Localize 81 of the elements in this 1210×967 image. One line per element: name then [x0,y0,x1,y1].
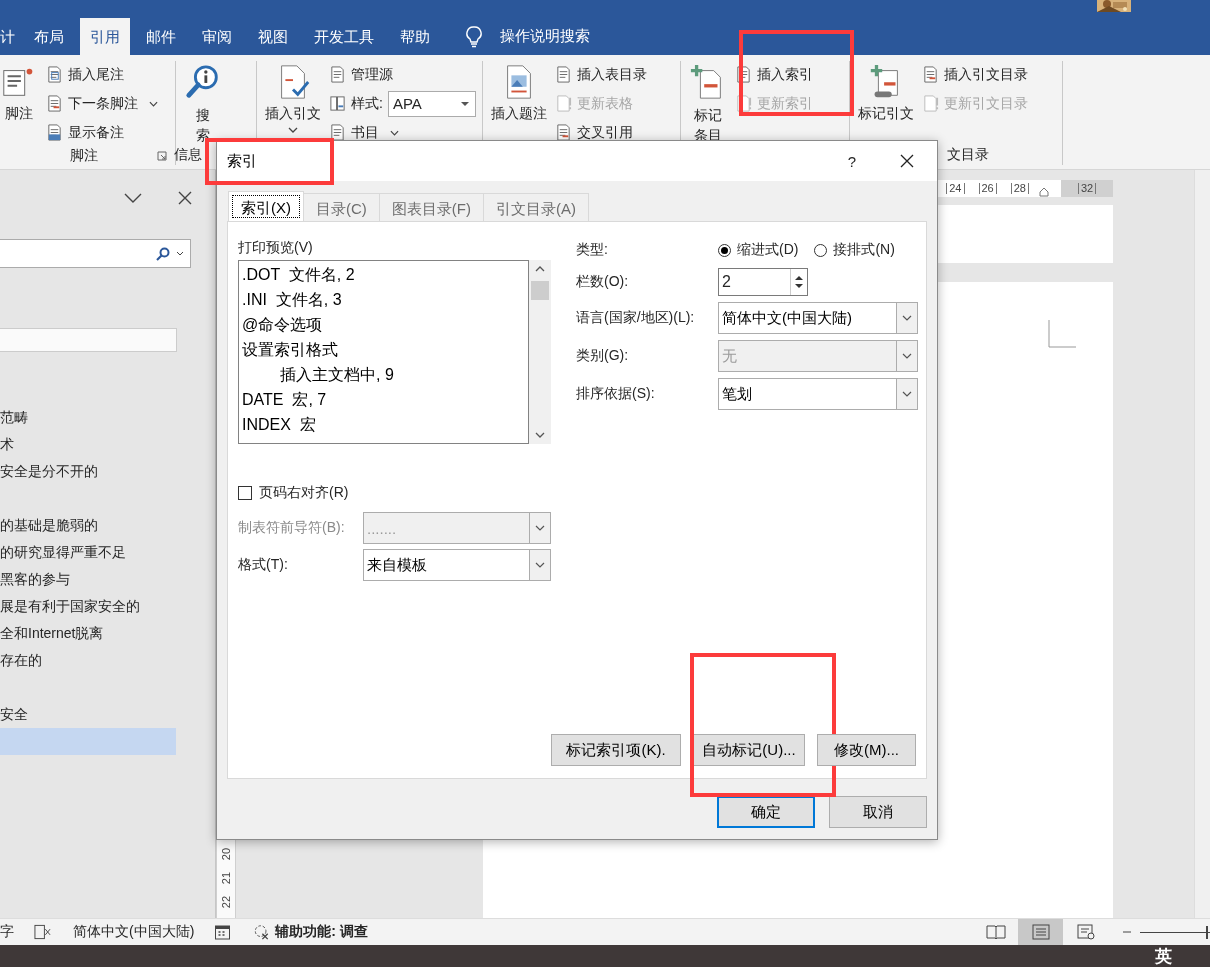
dialog-button[interactable]: 修改(M)... [817,734,916,766]
group-label: 信息 [174,146,202,164]
preview-entry: 设置索引格式 [242,340,339,360]
preview-entry: .DOT 文件名, 2 [242,265,356,285]
dialog-button[interactable]: 取消 [829,796,927,828]
dialog-button[interactable]: 确定 [717,796,815,828]
heading-item[interactable]: 存在的 [0,647,176,674]
ribbon-tab[interactable]: 计 [0,18,18,55]
field-label: 语言(国家/地区)(L): [576,309,696,327]
dialog-title: 索引 [227,151,257,171]
ribbon-tab[interactable]: 视图 [248,18,298,55]
preview-entry: 插入主文档中, 9 [279,365,395,385]
accessibility-status[interactable]: 辅助功能: 调查 [275,923,368,941]
heading-item[interactable]: 术 [0,431,176,458]
field-label: 类别(G): [576,347,630,365]
preview-label: 打印预览(V) [238,238,314,256]
preview-entry: .INI 文件名, 3 [242,290,343,310]
ruler-number: 26 [978,183,997,194]
dialog-button[interactable]: 标记索引项(K). [551,734,681,766]
ribbon-tab[interactable]: 引用 [80,18,130,55]
heading-item[interactable]: 的研究显得严重不足 [0,539,176,566]
radio-button[interactable]: 缩进式(D) [718,241,799,259]
preview-entry: @命令选项 [242,315,324,335]
dialog-tab[interactable]: 引文目录(A) [484,193,589,222]
field-label: 栏数(O): [576,273,630,291]
ribbon-tab[interactable]: 审阅 [192,18,242,55]
ribbon-button[interactable]: 插入索引 [735,61,813,88]
field-label: 排序依据(S): [576,385,656,403]
ribbon-button[interactable]: 交叉引用 [555,119,647,146]
heading-item[interactable]: 全和Internet脱离 [0,620,176,647]
dialog-tab[interactable]: 索引(X) [228,191,304,222]
ribbon-button[interactable]: 书目 [329,119,476,146]
ribbon-button[interactable]: 插入引文目录 [922,61,1028,88]
radio-button[interactable]: 接排式(N) [814,241,895,259]
help-button[interactable]: ? [847,152,856,170]
ruler-number: 32 [1077,183,1097,194]
heading-item[interactable]: 的基础是脆弱的 [0,512,176,539]
ruler-number: 21 [220,871,232,885]
ribbon-large-button[interactable]: 插入引文 [265,61,321,146]
field-label: 格式(T): [238,556,289,574]
input-method-indicator[interactable]: 英 [1155,947,1172,967]
dropdown[interactable]: 笔划 [718,378,918,410]
dialog-button[interactable]: 自动标记(U)... [693,734,805,766]
dialog-tab[interactable]: 图表目录(F) [379,193,484,222]
group-label: 文目录 [947,146,989,164]
ribbon-large-button[interactable]: 标记引文 [858,61,914,145]
heading-item[interactable]: 展是有利于国家安全的 [0,593,176,620]
ribbon-button[interactable]: 插入表目录 [555,61,647,88]
ribbon-tab[interactable]: 邮件 [136,18,186,55]
ribbon-button[interactable]: 下一条脚注 [46,90,158,117]
preview-entry: INDEX 宏 [242,415,317,435]
ruler-number: 20 [220,847,232,861]
type-label: 类型: [576,241,609,259]
group-label: 脚注 [69,146,98,165]
language-status[interactable]: 简体中文(中国大陆) [73,923,195,941]
word-count[interactable]: 字 [0,923,14,941]
heading-item[interactable]: 安全是分不开的 [0,458,176,485]
ruler-number: 24 [946,183,965,194]
ribbon-tab[interactable]: 开发工具 [304,18,384,55]
style-dropdown[interactable]: APA [387,90,476,117]
field-label: 制表符前导符(B): [238,519,346,537]
style-label: 样式: [351,94,383,113]
ruler-number: 22 [220,895,232,909]
heading-item[interactable]: 安全 [0,701,176,728]
checkbox[interactable]: 页码右对齐(R) [238,484,349,502]
ruler-number: 28 [1010,183,1029,194]
ribbon-large-button[interactable]: 脚注 [0,61,38,146]
dropdown[interactable]: 来自模板 [363,549,551,581]
ribbon-tab[interactable]: 帮助 [390,18,440,55]
ribbon-tab[interactable]: 布局 [24,18,74,55]
number-spinner[interactable]: 2 [718,268,808,296]
ribbon-button[interactable]: 管理源 [329,61,476,88]
tell-me-search[interactable]: 操作说明搜索 [500,27,590,46]
ribbon-button[interactable]: 插入尾注 [46,61,158,88]
dropdown[interactable]: 简体中文(中国大陆) [718,302,918,334]
preview-entry: DATE 宏, 7 [242,390,328,410]
ribbon-large-button[interactable]: 插入题注 [491,61,547,146]
dialog-tab[interactable]: 目录(C) [304,193,380,222]
heading-item[interactable]: 范畴 [0,404,176,431]
heading-item[interactable]: 黑客的参与 [0,566,176,593]
ribbon-button[interactable]: 显示备注 [46,119,158,146]
